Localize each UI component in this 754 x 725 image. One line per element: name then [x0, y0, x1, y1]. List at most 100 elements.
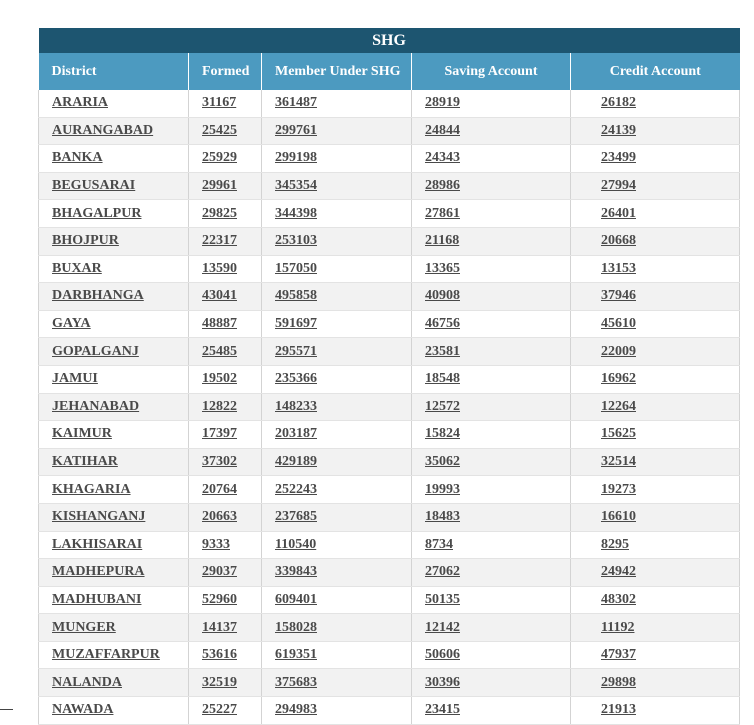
credit-account-link[interactable]: 13153 [601, 261, 636, 276]
credit-account-link[interactable]: 29898 [601, 675, 636, 690]
saving-account-link[interactable]: 28919 [425, 95, 460, 110]
formed-link[interactable]: 32519 [202, 675, 237, 690]
saving-account-link[interactable]: 18483 [425, 509, 460, 524]
formed-link[interactable]: 29037 [202, 564, 237, 579]
formed-link[interactable]: 25227 [202, 702, 237, 717]
district-link[interactable]: MUNGER [52, 620, 116, 635]
district-link[interactable]: BEGUSARAI [52, 178, 135, 193]
credit-account-link[interactable]: 16962 [601, 371, 636, 386]
formed-link[interactable]: 25485 [202, 344, 237, 359]
formed-link[interactable]: 29825 [202, 206, 237, 221]
district-link[interactable]: ARARIA [52, 95, 108, 110]
saving-account-link[interactable]: 19993 [425, 482, 460, 497]
credit-account-link[interactable]: 20668 [601, 233, 636, 248]
formed-link[interactable]: 20663 [202, 509, 237, 524]
member-link[interactable]: 495858 [275, 288, 317, 303]
formed-link[interactable]: 22317 [202, 233, 237, 248]
formed-link[interactable]: 48887 [202, 316, 237, 331]
member-link[interactable]: 345354 [275, 178, 317, 193]
member-link[interactable]: 294983 [275, 702, 317, 717]
member-link[interactable]: 252243 [275, 482, 317, 497]
member-link[interactable]: 235366 [275, 371, 317, 386]
credit-account-link[interactable]: 37946 [601, 288, 636, 303]
credit-account-link[interactable]: 8295 [601, 537, 629, 552]
district-link[interactable]: LAKHISARAI [52, 537, 142, 552]
credit-account-link[interactable]: 21913 [601, 702, 636, 717]
saving-account-link[interactable]: 13365 [425, 261, 460, 276]
district-link[interactable]: BANKA [52, 150, 103, 165]
district-link[interactable]: JAMUI [52, 371, 98, 386]
formed-link[interactable]: 9333 [202, 537, 230, 552]
credit-account-link[interactable]: 27994 [601, 178, 636, 193]
district-link[interactable]: DARBHANGA [52, 288, 144, 303]
member-link[interactable]: 157050 [275, 261, 317, 276]
credit-account-link[interactable]: 11192 [601, 620, 634, 635]
credit-account-link[interactable]: 24942 [601, 564, 636, 579]
member-link[interactable]: 619351 [275, 647, 317, 662]
formed-link[interactable]: 12822 [202, 399, 237, 414]
credit-account-link[interactable]: 23499 [601, 150, 636, 165]
member-link[interactable]: 237685 [275, 509, 317, 524]
credit-account-link[interactable]: 16610 [601, 509, 636, 524]
saving-account-link[interactable]: 15824 [425, 426, 460, 441]
member-link[interactable]: 110540 [275, 537, 316, 552]
formed-link[interactable]: 17397 [202, 426, 237, 441]
member-link[interactable]: 609401 [275, 592, 317, 607]
district-link[interactable]: GOPALGANJ [52, 344, 139, 359]
credit-account-link[interactable]: 26182 [601, 95, 636, 110]
credit-account-link[interactable]: 45610 [601, 316, 636, 331]
credit-account-link[interactable]: 32514 [601, 454, 636, 469]
saving-account-link[interactable]: 24844 [425, 123, 460, 138]
district-link[interactable]: BUXAR [52, 261, 102, 276]
formed-link[interactable]: 13590 [202, 261, 237, 276]
saving-account-link[interactable]: 30396 [425, 675, 460, 690]
district-link[interactable]: KHAGARIA [52, 482, 131, 497]
district-link[interactable]: GAYA [52, 316, 91, 331]
saving-account-link[interactable]: 12142 [425, 620, 460, 635]
saving-account-link[interactable]: 21168 [425, 233, 459, 248]
saving-account-link[interactable]: 28986 [425, 178, 460, 193]
credit-account-link[interactable]: 47937 [601, 647, 636, 662]
district-link[interactable]: NAWADA [52, 702, 113, 717]
member-link[interactable]: 148233 [275, 399, 317, 414]
credit-account-link[interactable]: 48302 [601, 592, 636, 607]
member-link[interactable]: 591697 [275, 316, 317, 331]
formed-link[interactable]: 52960 [202, 592, 237, 607]
formed-link[interactable]: 31167 [202, 95, 236, 110]
saving-account-link[interactable]: 40908 [425, 288, 460, 303]
member-link[interactable]: 299761 [275, 123, 317, 138]
member-link[interactable]: 203187 [275, 426, 317, 441]
member-link[interactable]: 339843 [275, 564, 317, 579]
formed-link[interactable]: 25425 [202, 123, 237, 138]
saving-account-link[interactable]: 18548 [425, 371, 460, 386]
credit-account-link[interactable]: 19273 [601, 482, 636, 497]
saving-account-link[interactable]: 50135 [425, 592, 460, 607]
district-link[interactable]: NALANDA [52, 675, 122, 690]
saving-account-link[interactable]: 27062 [425, 564, 460, 579]
formed-link[interactable]: 43041 [202, 288, 237, 303]
district-link[interactable]: BHAGALPUR [52, 206, 141, 221]
district-link[interactable]: KISHANGANJ [52, 509, 145, 524]
credit-account-link[interactable]: 12264 [601, 399, 636, 414]
saving-account-link[interactable]: 23415 [425, 702, 460, 717]
district-link[interactable]: MADHEPURA [52, 564, 145, 579]
member-link[interactable]: 158028 [275, 620, 317, 635]
district-link[interactable]: MUZAFFARPUR [52, 647, 160, 662]
member-link[interactable]: 375683 [275, 675, 317, 690]
formed-link[interactable]: 14137 [202, 620, 237, 635]
member-link[interactable]: 253103 [275, 233, 317, 248]
saving-account-link[interactable]: 27861 [425, 206, 460, 221]
member-link[interactable]: 361487 [275, 95, 317, 110]
saving-account-link[interactable]: 8734 [425, 537, 453, 552]
district-link[interactable]: BHOJPUR [52, 233, 119, 248]
district-link[interactable]: AURANGABAD [52, 123, 153, 138]
saving-account-link[interactable]: 50606 [425, 647, 460, 662]
saving-account-link[interactable]: 12572 [425, 399, 460, 414]
formed-link[interactable]: 29961 [202, 178, 237, 193]
credit-account-link[interactable]: 24139 [601, 123, 636, 138]
saving-account-link[interactable]: 35062 [425, 454, 460, 469]
member-link[interactable]: 429189 [275, 454, 317, 469]
formed-link[interactable]: 19502 [202, 371, 237, 386]
formed-link[interactable]: 37302 [202, 454, 237, 469]
formed-link[interactable]: 25929 [202, 150, 237, 165]
